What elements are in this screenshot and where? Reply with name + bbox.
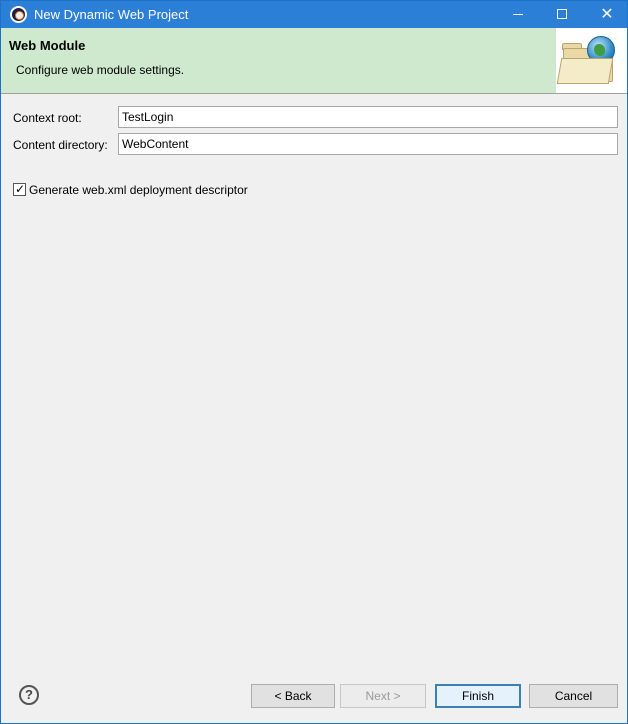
minimize-icon	[513, 14, 523, 15]
minimize-button[interactable]	[495, 1, 541, 28]
wizard-banner: Web Module Configure web module settings…	[1, 28, 627, 94]
wizard-dialog: New Dynamic Web Project ✕ Web Module Con…	[0, 0, 628, 724]
content-directory-label: Content directory:	[13, 138, 108, 152]
close-icon: ✕	[600, 6, 614, 23]
checkmark-icon: ✓	[15, 182, 26, 196]
generate-web-xml-checkbox[interactable]: ✓	[13, 182, 26, 196]
context-root-label: Context root:	[13, 111, 82, 125]
close-button[interactable]: ✕	[584, 1, 628, 28]
maximize-button[interactable]	[539, 1, 585, 28]
cancel-button[interactable]: Cancel	[529, 684, 618, 708]
help-icon[interactable]: ?	[19, 685, 39, 705]
finish-button[interactable]: Finish	[435, 684, 521, 708]
maximize-icon	[557, 9, 567, 19]
context-root-input[interactable]	[118, 106, 618, 128]
title-bar[interactable]: New Dynamic Web Project ✕	[1, 1, 627, 28]
page-description: Configure web module settings.	[16, 63, 185, 77]
page-title: Web Module	[9, 38, 86, 53]
next-button[interactable]: Next >	[340, 684, 426, 708]
generate-web-xml-label[interactable]: Generate web.xml deployment descriptor	[29, 183, 248, 197]
eclipse-app-icon	[10, 6, 27, 23]
content-directory-input[interactable]	[118, 133, 618, 155]
web-module-wizard-icon	[556, 28, 627, 93]
back-button[interactable]: < Back	[251, 684, 335, 708]
window-title: New Dynamic Web Project	[34, 7, 189, 22]
